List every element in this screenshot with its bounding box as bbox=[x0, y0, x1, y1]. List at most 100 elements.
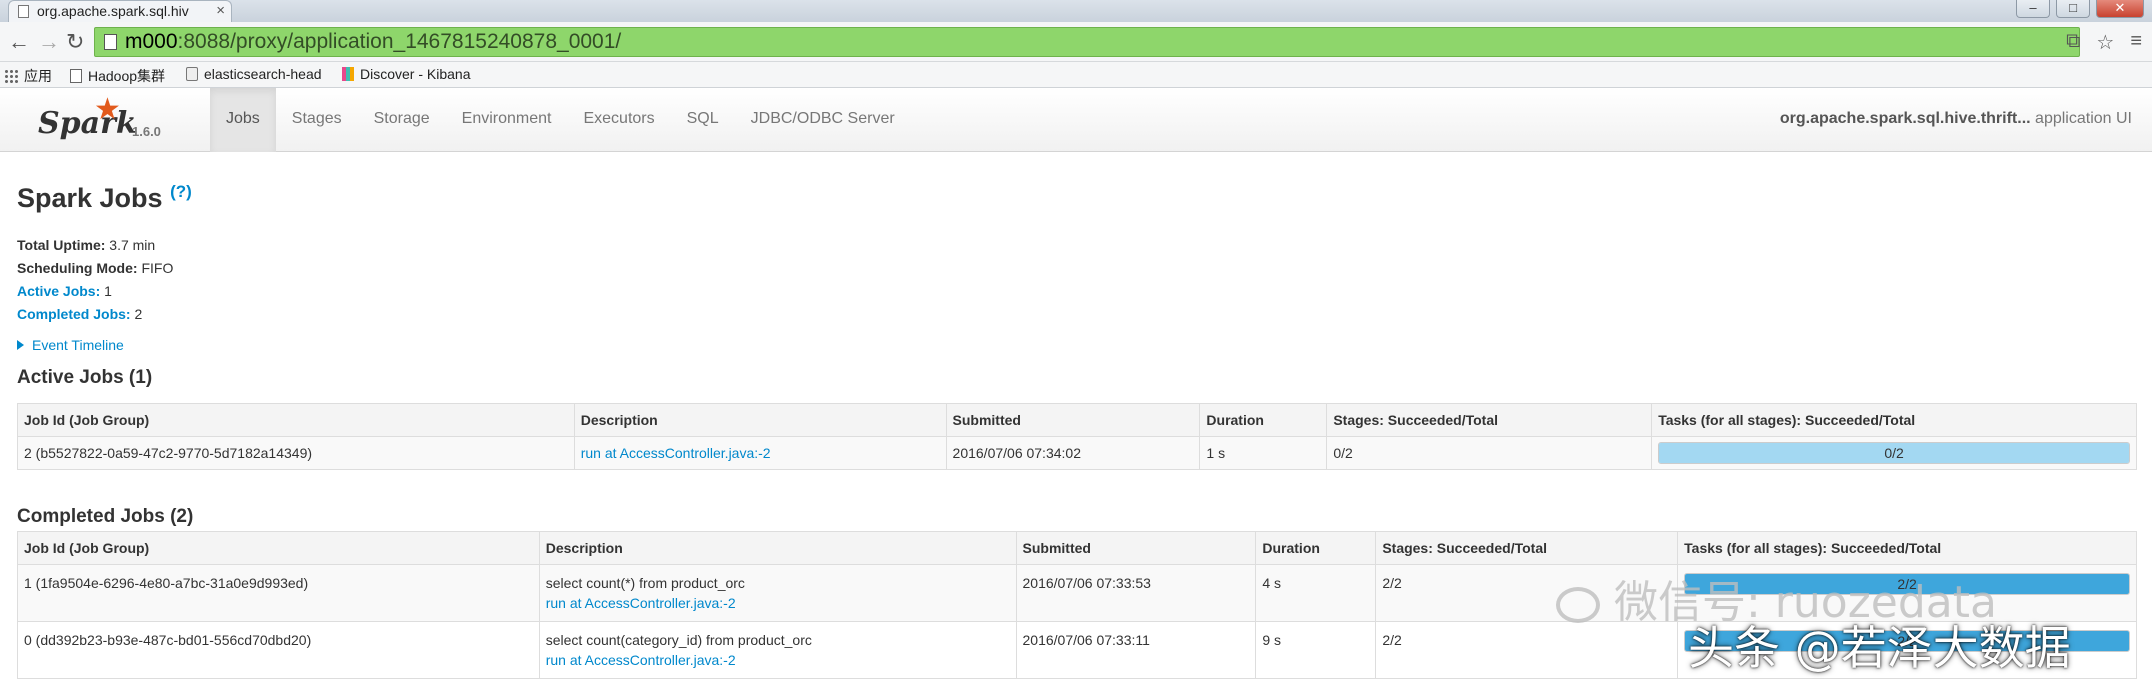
forward-icon[interactable]: → bbox=[38, 29, 60, 55]
active-jobs-count: Active Jobs: 1 bbox=[17, 280, 173, 303]
tab-executors[interactable]: Executors bbox=[567, 88, 670, 152]
duration-cell: 9 s bbox=[1255, 621, 1377, 679]
submitted-cell: 2016/07/06 07:34:02 bbox=[945, 436, 1201, 470]
tasks-cell: 0/2 bbox=[1651, 436, 2137, 470]
menu-icon[interactable]: ≡ bbox=[2130, 30, 2142, 55]
completed-jobs-count: Completed Jobs: 2 bbox=[17, 303, 173, 326]
back-icon[interactable]: ← bbox=[8, 29, 30, 55]
page-icon bbox=[104, 34, 117, 50]
duration-cell: 4 s bbox=[1255, 564, 1377, 622]
minimize-icon[interactable]: – bbox=[2016, 0, 2050, 18]
page-title: Spark Jobs (?) bbox=[17, 182, 192, 214]
col-submitted[interactable]: Submitted bbox=[945, 403, 1201, 437]
col-tasks[interactable]: Tasks (for all stages): Succeeded/Total bbox=[1651, 403, 2137, 437]
description-text: select count(*) from product_orc bbox=[545, 575, 745, 591]
col-submitted[interactable]: Submitted bbox=[1015, 531, 1257, 565]
spark-star-icon: ★ bbox=[94, 93, 121, 126]
col-description[interactable]: Description bbox=[538, 531, 1017, 565]
bookmark-star-icon[interactable]: ☆ bbox=[2096, 30, 2114, 55]
bookmark-elasticsearch[interactable]: elasticsearch-head bbox=[186, 66, 322, 82]
bookmark-label: Discover - Kibana bbox=[360, 66, 471, 82]
tab-storage[interactable]: Storage bbox=[358, 88, 446, 152]
description-cell: run at AccessController.java:-2 bbox=[573, 436, 947, 470]
description-cell: select count(category_id) from product_o… bbox=[538, 621, 1017, 679]
browser-toolbar: ← → ↻ m000:8088/proxy/application_146781… bbox=[0, 22, 2152, 62]
description-link[interactable]: run at AccessController.java:-2 bbox=[581, 445, 771, 461]
url-host: m000 bbox=[125, 30, 178, 53]
spark-navbar: Spark ★ 1.6.0 Jobs Stages Storage Enviro… bbox=[0, 88, 2152, 152]
url-path: :8088/proxy/application_1467815240878_00… bbox=[177, 30, 622, 53]
completed-jobs-link[interactable]: Completed Jobs: bbox=[17, 306, 131, 322]
tab-jobs[interactable]: Jobs bbox=[210, 88, 276, 152]
tab-close-icon[interactable]: × bbox=[216, 1, 225, 21]
address-bar[interactable]: m000:8088/proxy/application_146781524087… bbox=[94, 27, 2080, 57]
col-duration[interactable]: Duration bbox=[1255, 531, 1377, 565]
col-job-id[interactable]: Job Id (Job Group) bbox=[17, 531, 540, 565]
kibana-icon bbox=[342, 67, 354, 81]
duration-cell: 1 s bbox=[1199, 436, 1328, 470]
table-header-row: Job Id (Job Group) Description Submitted… bbox=[17, 531, 2137, 565]
total-uptime: Total Uptime: 3.7 min bbox=[17, 234, 173, 257]
reload-icon[interactable]: ↻ bbox=[66, 29, 84, 55]
scheduling-mode-value: FIFO bbox=[141, 260, 174, 276]
summary-list: Total Uptime: 3.7 min Scheduling Mode: F… bbox=[17, 234, 173, 326]
job-id-cell: 1 (1fa9504e-6296-4e80-a7bc-31a0e9d993ed) bbox=[17, 564, 540, 622]
tab-environment[interactable]: Environment bbox=[446, 88, 568, 152]
spark-logo[interactable]: Spark bbox=[38, 106, 137, 141]
table-row: 2 (b5527822-0a59-47c2-9770-5d7182a14349)… bbox=[17, 436, 2137, 470]
stages-cell: 0/2 bbox=[1326, 436, 1653, 470]
submitted-cell: 2016/07/06 07:33:53 bbox=[1015, 564, 1257, 622]
spark-nav-tabs: Jobs Stages Storage Environment Executor… bbox=[210, 88, 911, 152]
job-id-cell: 0 (dd392b23-b93e-487c-bd01-556cd70dbd20) bbox=[17, 621, 540, 679]
stages-cell: 2/2 bbox=[1375, 621, 1679, 679]
col-stages[interactable]: Stages: Succeeded/Total bbox=[1326, 403, 1653, 437]
page-title-text: Spark Jobs bbox=[17, 183, 163, 213]
active-jobs-title[interactable]: Active Jobs (1) bbox=[17, 367, 152, 389]
maximize-icon[interactable]: □ bbox=[2056, 0, 2090, 18]
job-id-cell: 2 (b5527822-0a59-47c2-9770-5d7182a14349) bbox=[17, 436, 575, 470]
tab-sql[interactable]: SQL bbox=[671, 88, 735, 152]
col-stages[interactable]: Stages: Succeeded/Total bbox=[1375, 531, 1679, 565]
browser-tab[interactable]: org.apache.spark.sql.hiv × bbox=[8, 0, 232, 22]
expand-triangle-icon bbox=[17, 340, 24, 350]
col-duration[interactable]: Duration bbox=[1199, 403, 1328, 437]
description-link[interactable]: run at AccessController.java:-2 bbox=[546, 650, 1010, 670]
page-icon bbox=[70, 69, 82, 83]
bookmark-hadoop[interactable]: Hadoop集群 bbox=[70, 66, 165, 86]
tab-title: org.apache.spark.sql.hiv bbox=[37, 3, 189, 19]
active-jobs-link[interactable]: Active Jobs: bbox=[17, 283, 100, 299]
col-tasks[interactable]: Tasks (for all stages): Succeeded/Total bbox=[1677, 531, 2137, 565]
app-name-text: org.apache.spark.sql.hive.thrift... bbox=[1779, 110, 2031, 127]
tab-stages[interactable]: Stages bbox=[276, 88, 358, 152]
tasks-progress-label: 0/2 bbox=[1884, 445, 1904, 461]
bookmark-label: Hadoop集群 bbox=[88, 68, 166, 84]
bookmark-label: elasticsearch-head bbox=[204, 66, 322, 82]
apps-grid-icon bbox=[4, 69, 18, 83]
toolbar-right: ⧉ ☆ ≡ bbox=[2066, 30, 2142, 55]
completed-jobs-value: 2 bbox=[134, 306, 143, 322]
event-timeline-label: Event Timeline bbox=[32, 337, 124, 353]
scheduling-mode: Scheduling Mode: FIFO bbox=[17, 257, 173, 280]
elasticsearch-icon bbox=[186, 67, 198, 81]
total-uptime-label: Total Uptime: bbox=[17, 237, 106, 253]
bookmark-apps[interactable]: 应用 bbox=[4, 66, 52, 86]
toutiao-watermark: 头条 @若泽大数据 bbox=[1688, 621, 2071, 675]
col-job-id[interactable]: Job Id (Job Group) bbox=[17, 403, 575, 437]
description-link[interactable]: run at AccessController.java:-2 bbox=[546, 593, 1010, 613]
spark-version: 1.6.0 bbox=[132, 124, 161, 139]
window-close-icon[interactable]: ✕ bbox=[2096, 0, 2144, 18]
translate-icon[interactable]: ⧉ bbox=[2066, 30, 2080, 55]
event-timeline-toggle[interactable]: Event Timeline bbox=[17, 337, 124, 353]
window-controls: – □ ✕ bbox=[2016, 0, 2144, 18]
bookmark-label: 应用 bbox=[24, 68, 52, 84]
col-description[interactable]: Description bbox=[573, 403, 947, 437]
tab-jdbc-odbc-server[interactable]: JDBC/ODBC Server bbox=[735, 88, 911, 152]
completed-jobs-title[interactable]: Completed Jobs (2) bbox=[17, 506, 193, 528]
bookmarks-bar: 应用 Hadoop集群 elasticsearch-head Discover … bbox=[0, 62, 2152, 88]
wechat-icon bbox=[1556, 587, 1600, 623]
total-uptime-value: 3.7 min bbox=[109, 237, 156, 253]
bookmark-kibana[interactable]: Discover - Kibana bbox=[342, 66, 471, 82]
help-link[interactable]: (?) bbox=[170, 182, 192, 201]
app-name: org.apache.spark.sql.hive.thrift... appl… bbox=[1780, 88, 2132, 150]
app-name-suffix: application UI bbox=[2035, 110, 2132, 127]
